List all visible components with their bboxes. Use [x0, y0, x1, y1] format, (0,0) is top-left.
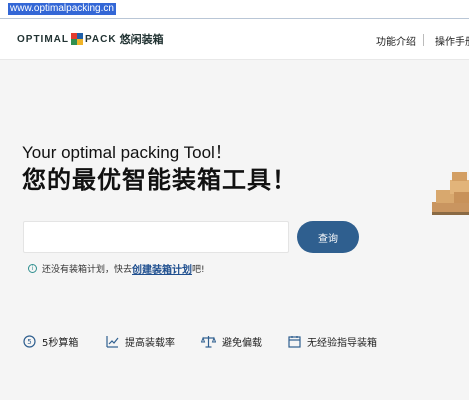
feature-item-loading-rate: 提高装载率 — [106, 334, 175, 349]
scale-icon — [201, 336, 216, 348]
logo-text-cn: 悠闲装箱 — [119, 33, 164, 46]
search-input[interactable] — [23, 221, 289, 253]
feature-label: 5秒算箱 — [42, 338, 79, 349]
calendar-icon — [288, 336, 301, 348]
feature-item-balance: 避免偏载 — [201, 334, 262, 349]
feature-label: 提高装载率 — [125, 338, 175, 349]
feature-label: 避免偏载 — [222, 338, 262, 349]
clock-5-icon: 5 — [23, 335, 36, 348]
search-button[interactable]: 查询 — [297, 221, 359, 253]
cardboard-boxes-illustration — [432, 172, 469, 215]
hint-suffix: 吧! — [192, 265, 205, 275]
url-text[interactable]: www.optimalpacking.cn — [8, 3, 116, 15]
nav-item-manual[interactable]: 操作手册 — [435, 33, 469, 48]
create-plan-link[interactable]: 创建装箱计划 — [132, 261, 192, 276]
nav-item-features[interactable]: 功能介绍 — [376, 33, 416, 48]
logo-text-left: OPTIMAL — [17, 33, 69, 45]
svg-text:5: 5 — [27, 338, 31, 346]
info-icon: i — [28, 264, 37, 273]
hint-text: 还没有装箱计划，快去 — [42, 265, 133, 275]
hero-title: 您的最优智能装箱工具！ — [22, 166, 297, 194]
feature-item-guide: 无经验指导装箱 — [288, 334, 377, 349]
browser-address-bar[interactable]: www.optimalpacking.cn — [0, 0, 469, 19]
feature-label: 无经验指导装箱 — [307, 338, 377, 349]
feature-item-fast: 5 5秒算箱 — [23, 334, 78, 349]
cube-logo-icon — [71, 33, 83, 45]
logo-text-right: PACK — [85, 33, 117, 45]
trend-chart-icon — [106, 336, 119, 348]
site-header: OPTIMAL PACK 悠闲装箱 功能介绍 操作手册 — [0, 19, 469, 60]
hint-line: i 还没有装箱计划，快去 创建装箱计划 吧! — [28, 261, 205, 276]
nav-divider — [423, 34, 424, 46]
logo[interactable]: OPTIMAL PACK 悠闲装箱 — [17, 32, 164, 46]
